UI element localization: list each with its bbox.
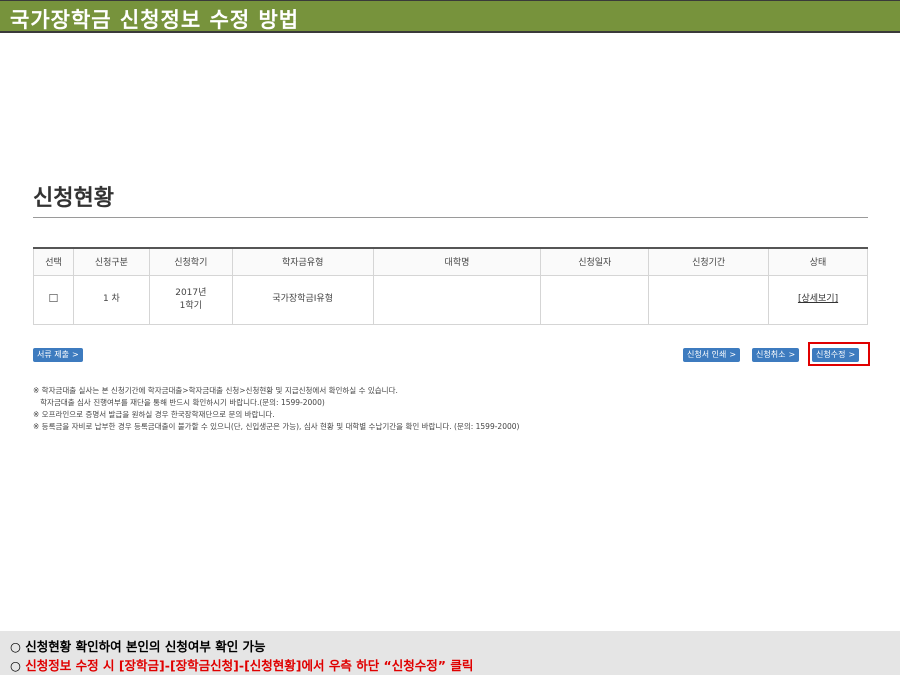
semester-term: 1학기 — [179, 300, 202, 311]
semester-cell: 2017년 1학기 — [148, 274, 233, 325]
apply-type-cell: 1 차 — [72, 274, 150, 325]
column-header-select: 선택 — [33, 247, 74, 276]
select-cell: ☐ — [33, 274, 74, 325]
notice-item: ※ 학자금대출 실사는 본 신청기간에 학자금대출>학자금대출 신청>신청현황 … — [33, 386, 398, 395]
column-header-apply-date: 신청일자 — [540, 247, 650, 276]
column-header-aid-type: 학자금유형 — [231, 247, 374, 276]
chevron-right-icon: > — [729, 350, 737, 359]
cancel-application-button[interactable]: 신청취소 > — [752, 348, 800, 362]
status-cell: [상세보기] — [768, 274, 868, 325]
modify-button-highlight — [808, 342, 870, 366]
notice-item: 학자금대출 심사 진행여부를 재단을 통해 반드시 확인하시기 바랍니다.(문의… — [33, 398, 325, 407]
print-application-button[interactable]: 신청서 인쇄 > — [683, 348, 741, 362]
instruction-line-1: ○ 신청현황 확인하여 본인의 신청여부 확인 가능 — [10, 636, 266, 655]
select-checkbox[interactable]: ☐ — [49, 292, 59, 305]
notice-item: ※ 등록금을 자비로 납부한 경우 등록금대출이 불가할 수 있으니(단, 신입… — [33, 422, 520, 431]
footer-instructions: ○ 신청현황 확인하여 본인의 신청여부 확인 가능 ○ 신청정보 수정 시 [… — [0, 631, 900, 675]
chevron-right-icon: > — [71, 350, 79, 359]
cancel-application-label: 신청취소 — [756, 350, 786, 359]
instruction-line-2: ○ 신청정보 수정 시 [장학금]-[장학금신청]-[신청현황]에서 우측 하단… — [10, 655, 473, 674]
instruction-text-1: 신청현황 확인하여 본인의 신청여부 확인 가능 — [25, 639, 266, 654]
bullet-icon: ○ — [10, 639, 21, 654]
submit-documents-button[interactable]: 서류 제출 > — [33, 348, 83, 362]
apply-period-cell — [648, 274, 770, 325]
table-row: ☐ 1 차 2017년 1학기 국가장학금I유형 [상세보기] — [33, 274, 868, 325]
bullet-icon: ○ — [10, 658, 21, 673]
column-header-university: 대학명 — [372, 247, 542, 276]
print-application-label: 신청서 인쇄 — [687, 350, 727, 359]
notice-list: ※ 학자금대출 실사는 본 신청기간에 학자금대출>학자금대출 신청>신청현황 … — [33, 385, 519, 433]
instruction-text-2: 신청정보 수정 시 [장학금]-[장학금신청]-[신청현황]에서 우측 하단 “… — [25, 658, 474, 673]
column-header-status: 상태 — [768, 247, 868, 276]
view-details-link[interactable]: [상세보기] — [798, 294, 838, 304]
section-divider — [33, 217, 868, 218]
chevron-right-icon: > — [788, 350, 796, 359]
notice-item: ※ 오프라인으로 증명서 발급을 원하실 경우 한국장학재단으로 문의 바랍니다… — [33, 410, 275, 419]
university-cell — [372, 274, 542, 325]
application-status-table: 선택 신청구분 신청학기 학자금유형 대학명 신청일자 신청기간 상태 ☐ 1 … — [33, 247, 868, 325]
table-header-row: 선택 신청구분 신청학기 학자금유형 대학명 신청일자 신청기간 상태 — [33, 247, 868, 276]
submit-documents-label: 서류 제출 — [37, 350, 69, 359]
aid-type-cell: 국가장학금I유형 — [231, 274, 374, 325]
column-header-semester: 신청학기 — [148, 247, 233, 276]
apply-date-cell — [540, 274, 650, 325]
section-title: 신청현황 — [33, 186, 114, 211]
slide-title-bar: 국가장학금 신청정보 수정 방법 — [0, 0, 900, 33]
slide-title: 국가장학금 신청정보 수정 방법 — [10, 8, 300, 32]
semester-year: 2017년 — [175, 287, 207, 298]
column-header-apply-type: 신청구분 — [72, 247, 150, 276]
column-header-apply-period: 신청기간 — [648, 247, 770, 276]
